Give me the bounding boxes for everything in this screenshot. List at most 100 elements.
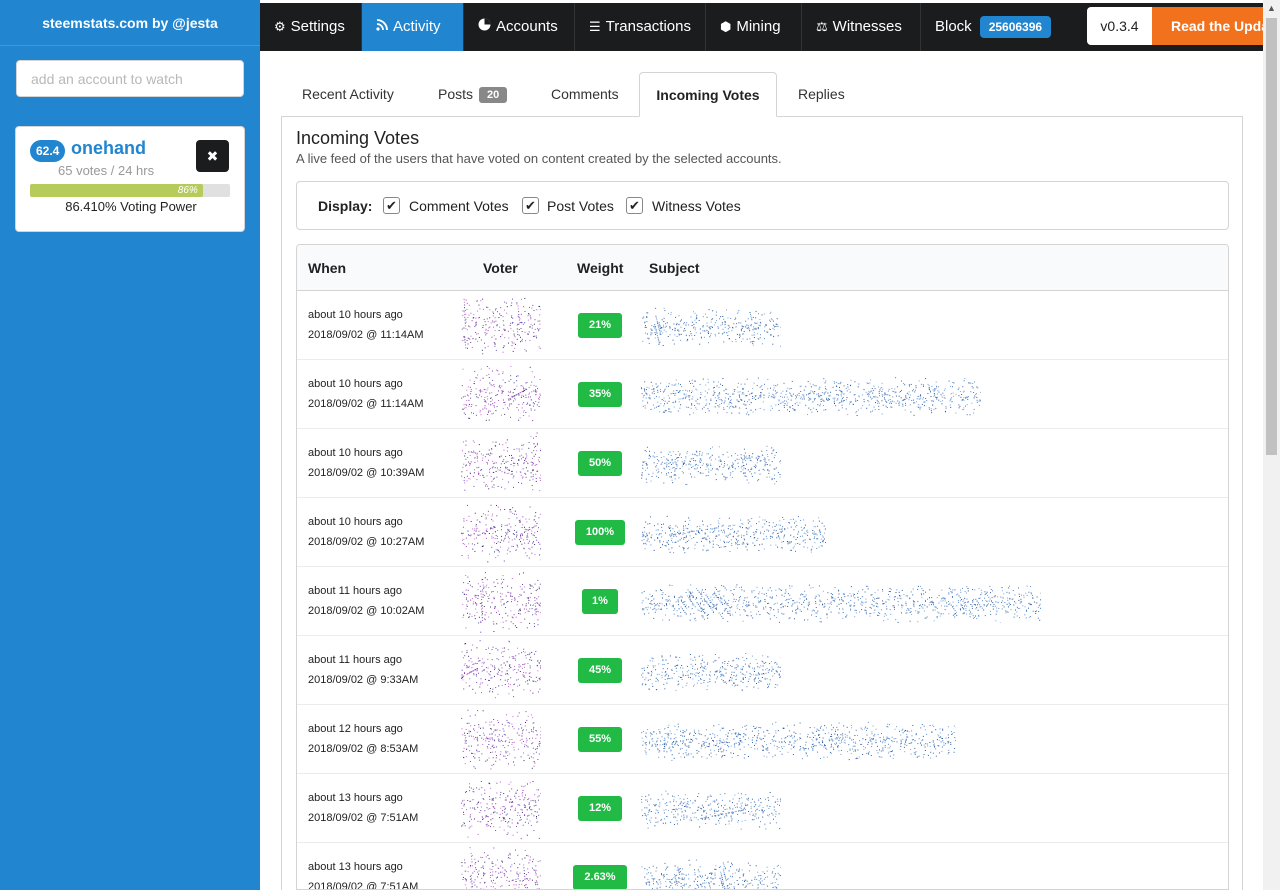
voter-link[interactable] [461,363,541,426]
header-subject: Subject [649,260,700,276]
voter-link[interactable] [461,639,541,702]
vote-weight-badge: 50% [578,451,622,476]
menu-settings[interactable]: ⚙ Settings [260,3,362,51]
vote-weight-badge: 100% [575,520,625,545]
vote-timestamp: 2018/09/02 @ 10:02AM [308,605,425,617]
watch-account-input[interactable] [16,60,244,97]
voter-link[interactable] [461,432,541,495]
display-filters: Display: ✔ Comment Votes ✔ Post Votes ✔ … [296,181,1229,230]
table-row: about 10 hours ago 2018/09/02 @ 11:14AM 35… [297,360,1228,429]
voter-link[interactable] [461,570,541,633]
voter-link[interactable] [461,777,541,840]
close-icon: ✖ [206,148,219,164]
menu-activity[interactable]: Activity [362,3,464,51]
post-votes-label[interactable]: Post Votes [547,198,614,214]
sidebar: steemstats.com by @jesta 62.4 onehand 65… [0,0,260,890]
table-row: about 13 hours ago 2018/09/02 @ 7:51AM 12% [297,774,1228,843]
vote-timestamp: 2018/09/02 @ 11:14AM [308,398,424,410]
block-label: Block [935,18,972,35]
vote-subject-link[interactable] [641,790,781,830]
vote-timestamp: 2018/09/02 @ 7:51AM [308,881,419,890]
post-votes-checkbox[interactable]: ✔ [522,197,539,214]
reputation-badge: 62.4 [30,140,66,162]
incoming-votes-panel: Incoming Votes A live feed of the users … [281,117,1243,890]
vote-weight-badge: 35% [578,382,622,407]
vote-timestamp: 2018/09/02 @ 10:27AM [308,536,425,548]
voter-link[interactable] [461,846,541,890]
scroll-thumb[interactable] [1266,18,1277,455]
vote-subject-link[interactable] [641,583,1041,623]
votes-summary: 65 votes / 24 hrs [58,163,155,178]
voting-power-fill: 86% [30,184,203,197]
witness-votes-checkbox[interactable]: ✔ [626,197,643,214]
vote-time-relative: about 10 hours ago [308,309,403,321]
table-row: about 13 hours ago 2018/09/02 @ 7:51AM 2.6… [297,843,1228,890]
account-card: 62.4 onehand 65 votes / 24 hrs ✖ 86% 86.… [15,126,245,232]
witness-votes-label[interactable]: Witness Votes [652,198,741,214]
panel-description: A live feed of the users that have voted… [296,151,782,166]
vote-timestamp: 2018/09/02 @ 7:51AM [308,812,419,824]
menu-activity-label: Activity [393,18,441,35]
comment-votes-label[interactable]: Comment Votes [409,198,509,214]
tab-posts-label: Posts [438,86,474,102]
menu-witnesses[interactable]: ⚖ Witnesses [802,3,921,51]
vote-time-relative: about 11 hours ago [308,654,402,666]
page-scrollbar[interactable]: ▲ [1263,0,1280,890]
menu-witnesses-label: Witnesses [832,18,902,35]
header-weight: Weight [577,260,624,276]
vote-timestamp: 2018/09/02 @ 9:33AM [308,674,419,686]
vote-timestamp: 2018/09/02 @ 8:53AM [308,743,419,755]
vote-subject-link[interactable] [641,376,981,416]
table-row: about 11 hours ago 2018/09/02 @ 9:33AM 45% [297,636,1228,705]
tab-posts[interactable]: Posts 20 [438,72,508,117]
menu-mining[interactable]: ⬢ Mining [706,3,802,51]
table-header: When Voter Weight Subject [297,245,1228,291]
voting-power-bar-label: 86% [177,185,198,196]
display-label: Display: [318,198,373,214]
vote-weight-badge: 12% [578,796,622,821]
voter-link[interactable] [461,708,541,771]
vote-weight-badge: 1% [582,589,618,614]
list-icon: ☰ [589,19,601,34]
pie-chart-icon [478,3,491,51]
menu-transactions[interactable]: ☰ Transactions [575,3,706,51]
comment-votes-checkbox[interactable]: ✔ [383,197,400,214]
vote-subject-link[interactable] [641,307,781,347]
header-when: When [308,260,347,276]
remove-account-button[interactable]: ✖ [196,140,229,172]
menu-accounts[interactable]: Accounts [464,3,575,51]
vote-time-relative: about 13 hours ago [308,861,403,873]
menu-settings-label: Settings [290,18,345,35]
tab-comments[interactable]: Comments [551,72,619,117]
vote-time-relative: about 10 hours ago [308,516,403,528]
vote-subject-link[interactable] [641,514,826,554]
block-number-badge: 25606396 [979,16,1052,39]
vote-timestamp: 2018/09/02 @ 10:39AM [308,467,425,479]
top-menu: ⚙ Settings Activity Accounts ☰ Transaction… [260,3,1265,51]
voter-link[interactable] [461,294,541,357]
account-name-link[interactable]: onehand [71,138,146,159]
tab-incoming-votes[interactable]: Incoming Votes [639,72,777,117]
scroll-up-arrow-icon[interactable]: ▲ [1263,0,1280,17]
gears-icon: ⚙ [274,19,286,34]
header-voter: Voter [483,260,518,276]
tab-replies[interactable]: Replies [798,72,845,117]
menu-accounts-label: Accounts [496,18,558,35]
voter-link[interactable] [461,501,541,564]
scale-icon: ⚖ [816,19,828,34]
vote-time-relative: about 13 hours ago [308,792,403,804]
posts-count-badge: 20 [479,87,508,104]
brand-title[interactable]: steemstats.com by @jesta [0,0,260,46]
vote-subject-link[interactable] [641,721,956,761]
read-updates-button[interactable]: Read the Updates [1152,7,1265,45]
menu-block[interactable]: Block 25606396 [921,3,1071,51]
votes-table: When Voter Weight Subject about 10 hours… [296,244,1229,890]
vote-weight-badge: 2.63% [573,865,627,889]
vote-subject-link[interactable] [641,652,781,692]
rss-icon [376,3,388,51]
vote-subject-link[interactable] [641,445,781,485]
version-label: v0.3.4 [1087,7,1152,45]
vote-time-relative: about 11 hours ago [308,585,402,597]
tab-recent-activity[interactable]: Recent Activity [302,72,394,117]
vote-subject-link[interactable] [641,859,781,890]
